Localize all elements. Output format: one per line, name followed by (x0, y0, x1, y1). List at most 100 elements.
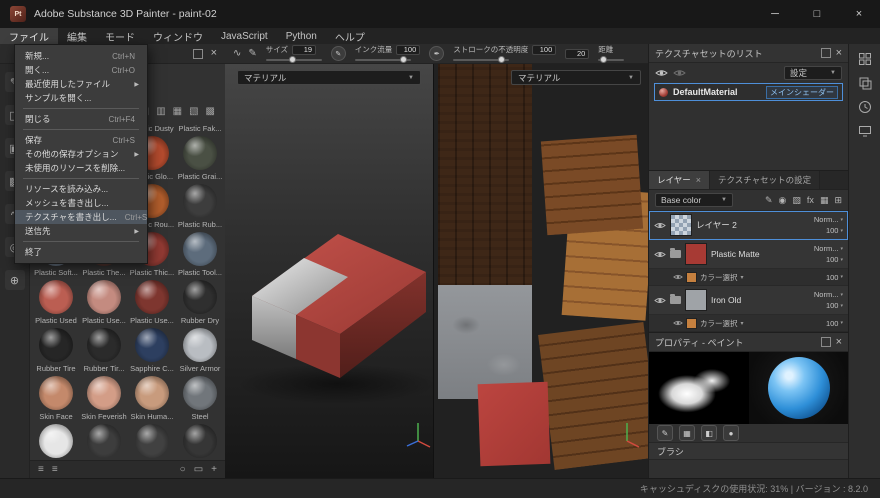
material-item[interactable]: Silver Armor (176, 328, 224, 376)
file-menu-item[interactable]: 閉じる Ctrl+F4 (15, 112, 147, 126)
close-tab-icon[interactable]: × (696, 175, 701, 185)
material-item[interactable]: Plastic Use... (80, 280, 128, 328)
layer-thumbnail[interactable] (685, 289, 707, 311)
visibility-toggle-icon[interactable] (654, 250, 666, 259)
layer-row[interactable]: Plastic Matte Norm...▾ 100▾ (649, 240, 848, 269)
layer-row[interactable]: Iron Old Norm...▾ 100▾ (649, 286, 848, 315)
3d-material-dropdown[interactable]: マテリアル ▼ (237, 70, 421, 85)
menubar-item[interactable]: ファイル (0, 28, 58, 44)
stroke-opacity-slider[interactable] (453, 56, 509, 63)
material-item[interactable]: Sapphire C... (128, 328, 176, 376)
layer-opacity-dropdown[interactable]: 100▾ (826, 255, 843, 264)
material-item[interactable]: Plastic Tool... (176, 232, 224, 280)
visibility-toggle-icon[interactable] (673, 319, 683, 327)
float-panel-icon[interactable] (821, 48, 831, 58)
shelf-action-icon[interactable]: + (211, 465, 217, 475)
shelf-action-icon[interactable]: ○ (180, 465, 186, 475)
size-value[interactable]: 19 (292, 45, 316, 55)
file-menu-item[interactable]: 最近使用したファイル ▶ (15, 77, 147, 91)
eye-dim-icon[interactable] (673, 68, 686, 78)
file-menu-item[interactable]: テクスチャを書き出し... Ctrl+Shift+E (15, 210, 147, 224)
tab-layers[interactable]: レイヤー × (649, 171, 710, 189)
2d-material-dropdown[interactable]: マテリアル ▼ (511, 70, 641, 85)
material-item[interactable]: Rubber Dry (176, 280, 224, 328)
file-menu-item[interactable]: 保存 Ctrl+S (15, 133, 147, 147)
list-view-icon[interactable]: ≡ (38, 465, 44, 475)
visibility-toggle-icon[interactable] (673, 273, 683, 281)
display-settings-icon[interactable] (858, 124, 872, 138)
layer-opacity-dropdown[interactable]: 100▾ (826, 301, 843, 310)
maximize-button[interactable]: □ (796, 0, 838, 28)
tab-texture-set-settings[interactable]: テクスチャセットの設定 (710, 171, 820, 189)
mask-swatch[interactable] (686, 318, 697, 329)
brush-resource-tab-icon[interactable]: ● (723, 425, 739, 441)
mask-opacity-dropdown[interactable]: 100▾ (826, 319, 843, 328)
material-item[interactable]: Rubber Tir... (80, 328, 128, 376)
view-mode-icon[interactable]: ▩ (206, 107, 215, 117)
layer-row[interactable]: ▾ 100▾ (649, 269, 848, 286)
close-button[interactable]: × (838, 0, 880, 28)
material-item[interactable]: Plastic Rub... (176, 184, 224, 232)
menubar-item[interactable]: 編集 (58, 28, 96, 44)
file-menu-item[interactable]: サンプルを開く... (15, 91, 147, 105)
file-menu-item[interactable] (23, 178, 139, 179)
layer-row[interactable]: ▾ 100▾ (649, 315, 848, 332)
eye-icon[interactable] (655, 68, 668, 78)
file-menu-item[interactable]: その他の保存オプション ▶ (15, 147, 147, 161)
tool-icon[interactable]: ⊕ (5, 270, 25, 290)
menubar-item[interactable]: JavaScript (212, 28, 277, 44)
mask-opacity-dropdown[interactable]: 100▾ (826, 273, 843, 282)
mask-swatch[interactable] (686, 272, 697, 283)
file-menu-item[interactable]: メッシュを書き出し... (15, 196, 147, 210)
file-menu-item[interactable] (23, 108, 139, 109)
material-item[interactable]: Steel (176, 376, 224, 424)
menubar-item[interactable]: ウィンドウ (144, 28, 212, 44)
file-menu-item[interactable]: 終了 (15, 245, 147, 259)
texture-sets-icon[interactable] (858, 76, 872, 90)
close-panel-icon[interactable]: × (836, 48, 842, 59)
file-menu-item[interactable]: 開く... Ctrl+O (15, 63, 147, 77)
spacing-value[interactable]: 20 (565, 49, 589, 59)
brush-resource-tab-icon[interactable]: ✎ (657, 425, 673, 441)
layer-row[interactable]: レイヤー 2 Norm...▾ 100▾ (649, 211, 848, 240)
flow-value[interactable]: 100 (396, 45, 420, 55)
file-menu-item[interactable]: リソースを読み込み... (15, 182, 147, 196)
blend-mode-dropdown[interactable]: Norm...▾ (814, 290, 843, 299)
main-shader-link[interactable]: メインシェーダー (766, 86, 838, 99)
brush-setting-icon[interactable]: ✎ (248, 48, 256, 59)
list-view-icon[interactable]: ≡ (52, 465, 58, 475)
file-menu-item[interactable]: 新規... Ctrl+N (15, 49, 147, 63)
close-panel-icon[interactable]: × (836, 337, 842, 348)
blend-mode-dropdown[interactable]: Norm...▾ (814, 215, 843, 224)
material-item[interactable]: Skin Feverish (80, 376, 128, 424)
mask-mode-label[interactable]: カラー選択 (700, 318, 738, 329)
visibility-toggle-icon[interactable] (654, 221, 666, 230)
view-mode-icon[interactable]: ▧ (189, 107, 198, 117)
minimize-button[interactable]: ─ (754, 0, 796, 28)
view-mode-icon[interactable]: ▦ (173, 107, 182, 117)
pen-preset-icon[interactable]: ✒ (429, 46, 444, 61)
shelf-action-icon[interactable]: ▭ (194, 465, 203, 475)
file-menu-item[interactable]: 送信先 ▶ (15, 224, 147, 238)
layer-action-icon[interactable]: ▦ (820, 195, 829, 206)
distance-slider[interactable] (598, 56, 624, 63)
material-item[interactable]: Skin Huma... (128, 376, 176, 424)
visibility-toggle-icon[interactable] (654, 296, 666, 305)
texture-set-row[interactable]: DefaultMaterial メインシェーダー (654, 83, 843, 101)
material-item[interactable]: Plastic Use... (128, 280, 176, 328)
settings-dropdown[interactable]: 設定 ▼ (784, 66, 842, 80)
file-menu-item[interactable]: 未使用のリソースを削除... (15, 161, 147, 175)
3d-viewport[interactable]: マテリアル ▼ (225, 64, 433, 478)
layer-action-icon[interactable]: fx (807, 195, 814, 206)
size-slider[interactable] (266, 56, 322, 63)
brush-setting-icon[interactable]: ∿ (233, 48, 241, 59)
float-panel-icon[interactable] (193, 49, 203, 59)
layer-thumbnail[interactable] (670, 214, 692, 236)
material-item[interactable]: Skin Face (32, 376, 80, 424)
material-item[interactable]: Plastic Used (32, 280, 80, 328)
layer-opacity-dropdown[interactable]: 100▾ (826, 226, 843, 235)
file-menu-item[interactable] (23, 129, 139, 130)
brush-resource-tab-icon[interactable]: ▦ (679, 425, 695, 441)
channel-dropdown[interactable]: Base color ▼ (655, 193, 733, 207)
material-item[interactable]: Rubber Tire (32, 328, 80, 376)
